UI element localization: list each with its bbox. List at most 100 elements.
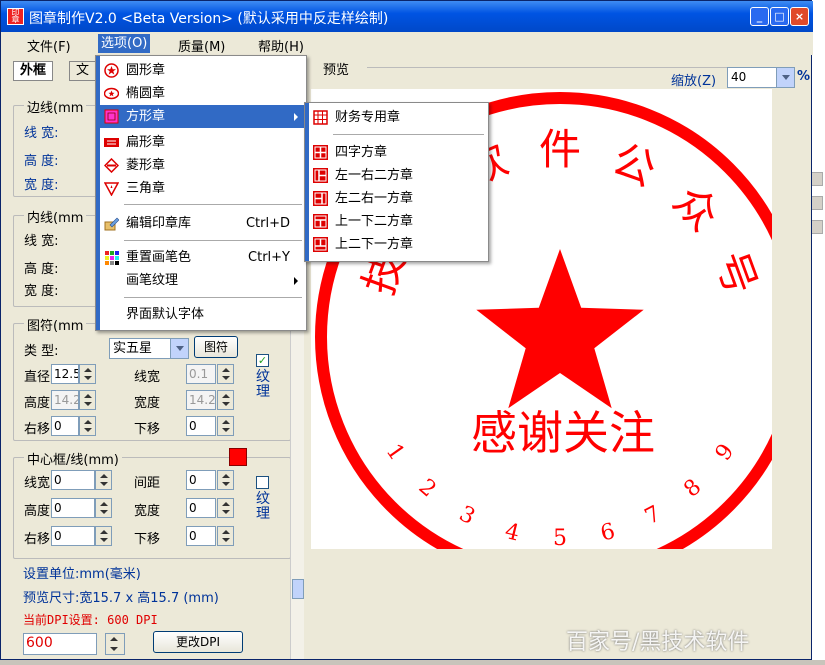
symbol-type-label: 类 型: [24,344,59,359]
menu-item-ellipse-seal[interactable]: 椭圆章 [98,82,304,105]
center-h-spinner[interactable] [95,498,112,518]
symbol-width-spinner[interactable] [217,390,234,410]
symbol-right-spinner[interactable] [79,416,96,436]
symbol-height-label: 高度 [24,396,51,411]
symbol-texture-checkbox[interactable]: ✓ [256,354,269,367]
diameter-spinner[interactable] [79,364,96,384]
center-color-swatch[interactable] [229,448,247,466]
symbol-down-spinner[interactable] [217,416,234,436]
symbol-linewidth-input[interactable]: 0.1 [186,364,216,384]
center-w-input[interactable]: 0 [186,498,216,518]
square-seal-submenu: 财务专用章 四字方章 左一右二方章 左二右一方章 上一下二方章 上二下一方章 [304,102,489,262]
inner-height-label: 高 度: [24,262,59,277]
submenu-item-left1-right2[interactable]: 左一右二方章 [307,164,486,187]
center-h-label: 高度 [24,504,51,519]
scroll-left-arrow[interactable] [292,579,304,599]
submenu-item-top2-bottom1[interactable]: 上二下一方章 [307,233,486,256]
symbol-right-input[interactable]: 0 [51,416,79,436]
center-lw-input[interactable]: 0 [51,470,95,490]
diameter-label: 直径 [24,370,51,385]
menu-item-reset-color[interactable]: 重置画笔色 Ctrl+Y [98,246,304,269]
symbol-right-label: 右移 [24,422,51,437]
symbol-linewidth-label: 线宽 [134,370,161,385]
symbol-width-label: 宽度 [134,396,161,411]
square-seal-icon [104,109,119,124]
submenu-item-finance-seal[interactable]: 财务专用章 [307,106,486,129]
seal-app-icon: 印章 [7,8,24,25]
symbol-linewidth-spinner[interactable] [217,364,234,384]
grid-seal-icon [313,110,328,125]
menu-item-brush-texture[interactable]: 画笔纹理 [98,269,304,292]
menu-item-flat-seal[interactable]: 扁形章 [98,131,304,154]
inner-width-label: 宽 度: [24,284,59,299]
options-dropdown-menu: 圆形章 椭圆章 方形章 扁形章 菱形章 三角章 编辑印章库 Ctrl+D 重置画笔… [95,55,307,331]
zoom-percent: % [797,69,811,84]
ellipse-seal-icon [104,87,119,100]
chevron-down-icon[interactable] [776,68,794,87]
center-frame-group: 中心框/线(mm) 纹理 线宽 0 间距 0 高度 0 宽度 0 右移 0 下移… [13,448,291,559]
menu-item-triangle-seal[interactable]: 三角章 [98,177,304,200]
submenu-item-top1-bottom2[interactable]: 上一下二方章 [307,210,486,233]
tab-text[interactable]: 文 [69,61,97,81]
center-texture-checkbox[interactable] [256,476,269,489]
close-button[interactable]: × [790,7,809,26]
edit-library-icon [104,217,119,231]
seal-center-text: 感谢关注 [471,406,655,460]
menu-item-default-font[interactable]: 界面默认字体 [98,303,304,326]
center-w-spinner[interactable] [217,498,234,518]
menu-item-diamond-seal[interactable]: 菱形章 [98,154,304,177]
reset-color-icon [105,251,119,265]
symbol-down-label: 下移 [134,422,161,437]
center-gap-spinner[interactable] [217,470,234,490]
symbol-type-select[interactable]: 实五星 [109,338,189,359]
symbol-texture-label: 纹理 [256,369,270,400]
border-width-label: 宽 度: [24,178,59,193]
minimize-button[interactable]: _ [750,7,769,26]
tab-outer-frame[interactable]: 外框 [13,61,54,81]
menu-help[interactable]: 帮助(H) [258,36,304,55]
symbol-down-input[interactable]: 0 [186,416,216,436]
center-d-spinner[interactable] [217,526,234,546]
left1-right2-seal-icon [313,168,328,183]
seal-bottom-number: 1 [381,440,410,466]
center-r-input[interactable]: 0 [51,526,95,546]
submenu-item-four-char[interactable]: 四字方章 [307,141,486,164]
chevron-down-icon[interactable] [170,339,188,358]
menu-options[interactable]: 选项(O) [98,34,151,53]
center-r-spinner[interactable] [95,526,112,546]
maximize-button[interactable]: □ [770,7,789,26]
menu-quality[interactable]: 质量(M) [178,36,225,55]
top2-bottom1-seal-icon [313,237,328,252]
top1-bottom2-seal-icon [313,214,328,229]
seal-bottom-number: 4 [502,519,522,547]
submenu-item-left2-right1[interactable]: 左二右一方章 [307,187,486,210]
zoom-select[interactable]: 40 [727,67,795,88]
seal-bottom-number: 5 [553,526,567,549]
inner-group-title: 内线(mm [24,207,87,226]
center-gap-input[interactable]: 0 [186,470,216,490]
center-texture-label: 纹理 [256,491,270,522]
center-lw-label: 线宽 [24,476,51,491]
symbol-height-input[interactable]: 14.2 [51,390,79,410]
center-group-title: 中心框/线(mm) [24,449,122,468]
dpi-spinner[interactable] [105,633,125,655]
menu-item-square-seal[interactable]: 方形章 [98,105,304,128]
center-lw-spinner[interactable] [95,470,112,490]
symbol-height-spinner[interactable] [79,390,96,410]
symbol-width-input[interactable]: 14.2 [186,390,216,410]
four-char-seal-icon [313,145,328,160]
change-dpi-button[interactable]: 更改DPI [153,631,243,653]
menu-item-circle-seal[interactable]: 圆形章 [98,59,304,82]
menu-file[interactable]: 文件(F) [27,36,71,55]
menu-item-edit-library[interactable]: 编辑印章库 Ctrl+D [98,212,304,235]
center-d-input[interactable]: 0 [186,526,216,546]
seal-star-icon [476,249,644,409]
diameter-input[interactable]: 12.5 [51,364,79,384]
title-bar[interactable]: 印章 图章制作V2.0 <Beta Version> (默认采用中反走样绘制) … [1,1,813,32]
seal-top-char: 公 [605,134,663,196]
dpi-input[interactable]: 600 [23,633,97,655]
seal-top-char: 众 [664,176,728,240]
window-title: 图章制作V2.0 <Beta Version> (默认采用中反走样绘制) [29,11,389,27]
center-h-input[interactable]: 0 [51,498,95,518]
symbol-button[interactable]: 图符 [194,336,238,358]
